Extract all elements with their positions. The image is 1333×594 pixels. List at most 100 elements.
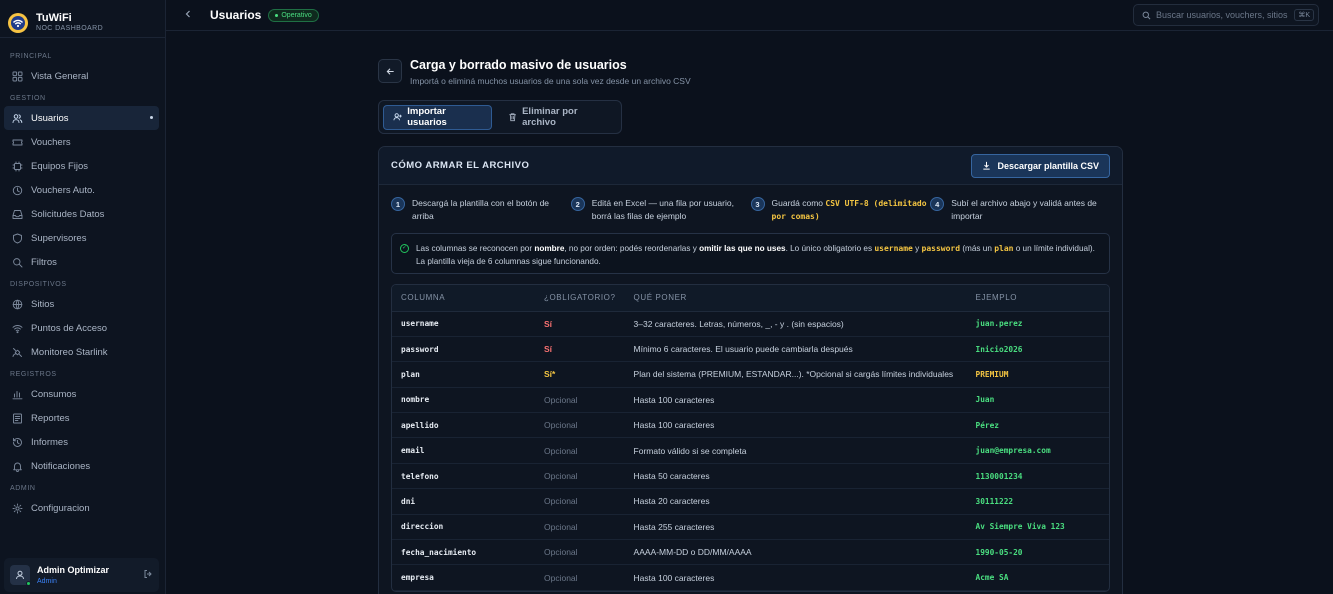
sidebar-item-label: Informes: [31, 436, 68, 448]
search-icon: [1142, 11, 1151, 19]
sidebar-item-consumos[interactable]: Consumos: [4, 382, 159, 406]
sidebar-item-configuracion[interactable]: Configuracion: [4, 496, 159, 520]
step-text: Guardá como CSV UTF-8 (delimitado por co…: [772, 197, 931, 223]
description-cell: Hasta 100 caracteres: [624, 387, 967, 414]
history-icon: [12, 437, 23, 448]
tab-eliminar[interactable]: Eliminar por archivo: [498, 105, 617, 130]
sidebar-item-label: Reportes: [31, 412, 70, 424]
steps: 1 Descargá la plantilla con el botón de …: [379, 185, 1122, 223]
sidebar-item-label: Puntos de Acceso: [31, 322, 108, 334]
brand-name: TuWiFi: [36, 11, 72, 24]
brand[interactable]: TuWiFi NOC DASHBOARD: [0, 0, 165, 38]
sidebar-section-label: GESTION: [10, 95, 46, 102]
column-name-cell: email: [392, 437, 535, 464]
download-icon: [983, 161, 991, 170]
sidebar-item-label: Monitoreo Starlink: [31, 346, 108, 358]
notice-code: password: [921, 244, 961, 253]
clock-icon: [12, 185, 23, 196]
sidebar-item-vouchers-auto[interactable]: Vouchers Auto.: [4, 178, 159, 202]
step-2: 2 Editá en Excel — una fila por usuario,…: [570, 197, 751, 223]
sidebar-item-sitios[interactable]: Sitios: [4, 292, 159, 316]
example-cell: PREMIUM: [966, 361, 1109, 388]
step-text-prefix: Guardá como: [771, 198, 826, 208]
required-cell: Opcional: [535, 463, 625, 490]
sidebar-item-supervisores[interactable]: Supervisores: [4, 226, 159, 250]
sidebar-item-reportes[interactable]: Reportes: [4, 406, 159, 430]
description-cell: Mínimo 6 caracteres. El usuario puede ca…: [624, 336, 967, 363]
brand-logo-icon: [8, 12, 28, 33]
download-label: Descargar plantilla CSV: [997, 160, 1099, 171]
sidebar: TuWiFi NOC DASHBOARD PRINCIPAL Vista Gene…: [0, 0, 166, 594]
user-box[interactable]: Admin Optimizar Admin: [4, 558, 159, 592]
sidebar-item-monitoreo-starlink[interactable]: Monitoreo Starlink: [4, 340, 159, 364]
example-cell: Inicio2026: [966, 336, 1109, 363]
sidebar-item-equipos-fijos[interactable]: Equipos Fijos: [4, 154, 159, 178]
description-cell: Formato válido si se completa: [624, 437, 967, 464]
sidebar-item-label: Usuarios: [31, 112, 69, 124]
status-badge: Operativo: [268, 8, 319, 22]
description-cell: Hasta 50 caracteres: [624, 463, 967, 490]
logout-icon[interactable]: [143, 566, 153, 584]
example-cell: Acme SA: [966, 564, 1109, 591]
sidebar-item-vista-general[interactable]: Vista General: [4, 64, 159, 88]
required-cell: Opcional: [535, 412, 625, 439]
notice-code: username: [874, 244, 913, 253]
step-number: 2: [570, 197, 585, 211]
sidebar-item-filtros[interactable]: Filtros: [4, 250, 159, 274]
page-subtitle: Importá o eliminá muchos usuarios de una…: [410, 76, 691, 86]
sidebar-item-solicitudes-datos[interactable]: Solicitudes Datos: [4, 202, 159, 226]
step-1: 1 Descargá la plantilla con el botón de …: [391, 197, 571, 223]
ticket-icon: [12, 137, 23, 148]
status-text: Operativo: [281, 11, 312, 19]
example-cell: 1130001234: [966, 463, 1109, 490]
notice-bold: nombre: [534, 244, 565, 253]
chart-icon: [12, 389, 23, 400]
table-row: fecha_nacimiento Opcional AAAA-MM-DD o DD/…: [392, 539, 1109, 566]
table-row: username Sí 3–32 caracteres. Letras, númer…: [392, 311, 1109, 337]
download-template-button[interactable]: Descargar plantilla CSV: [971, 153, 1110, 178]
search-input[interactable]: [1156, 10, 1290, 20]
th-ejemplo: EJEMPLO: [966, 285, 1109, 312]
sidebar-item-notificaciones[interactable]: Notificaciones: [4, 454, 159, 478]
chevron-left-icon[interactable]: [184, 9, 198, 21]
chip-icon: [12, 161, 23, 172]
sidebar-item-label: Filtros: [31, 256, 57, 268]
sidebar-item-vouchers[interactable]: Vouchers: [4, 130, 159, 154]
user-role: Admin: [37, 578, 57, 585]
columns-table: COLUMNA ¿OBLIGATORIO? QUÉ PONER EJEMPLO …: [392, 285, 1109, 591]
search-box[interactable]: ⌘K: [1133, 4, 1319, 26]
description-cell: Hasta 100 caracteres: [624, 564, 967, 591]
sidebar-item-label: Sitios: [31, 298, 55, 310]
column-name-cell: telefono: [392, 463, 535, 490]
content: Carga y borrado masivo de usuarios Impor…: [378, 48, 1123, 594]
example-cell: Juan: [966, 387, 1109, 414]
search-icon: [12, 257, 23, 268]
sidebar-item-label: Equipos Fijos: [31, 160, 89, 172]
avatar: [10, 565, 31, 586]
step-text: Editá en Excel — una fila por usuario, b…: [591, 198, 734, 221]
back-button[interactable]: [378, 59, 402, 83]
trash-icon: [509, 113, 516, 122]
report-icon: [12, 413, 23, 424]
columns-notice: ✓ Las columnas se reconocen por nombre, …: [391, 233, 1110, 274]
satellite-icon: [12, 347, 23, 358]
description-cell: Hasta 20 caracteres: [624, 488, 967, 515]
step-text: Subí el archivo abajo y validá antes de …: [951, 198, 1097, 221]
topbar: Usuarios Operativo ⌘K: [166, 0, 1333, 31]
notice-text: (más un: [960, 244, 995, 253]
sidebar-item-puntos-de-acceso[interactable]: Puntos de Acceso: [4, 316, 159, 340]
sidebar-item-usuarios[interactable]: Usuarios: [4, 106, 159, 130]
main: Usuarios Operativo ⌘K Carga y borrado ma…: [166, 0, 1333, 594]
app-root: TuWiFi NOC DASHBOARD PRINCIPAL Vista Gene…: [0, 0, 1333, 594]
example-cell: juan@empresa.com: [966, 437, 1109, 464]
columns-table-wrap: COLUMNA ¿OBLIGATORIO? QUÉ PONER EJEMPLO …: [391, 284, 1110, 592]
table-body: username Sí 3–32 caracteres. Letras, númer…: [392, 311, 1109, 591]
sidebar-item-informes[interactable]: Informes: [4, 430, 159, 454]
required-cell: Opcional: [535, 437, 625, 464]
table-row: dni Opcional Hasta 20 caracteres 30111222: [392, 488, 1109, 515]
th-obligatorio: ¿OBLIGATORIO?: [535, 285, 625, 312]
sidebar-item-label: Vouchers Auto.: [31, 184, 95, 196]
column-name-cell: fecha_nacimiento: [392, 539, 535, 566]
tab-importar[interactable]: Importar usuarios: [383, 104, 492, 130]
step-number: 1: [391, 197, 405, 211]
